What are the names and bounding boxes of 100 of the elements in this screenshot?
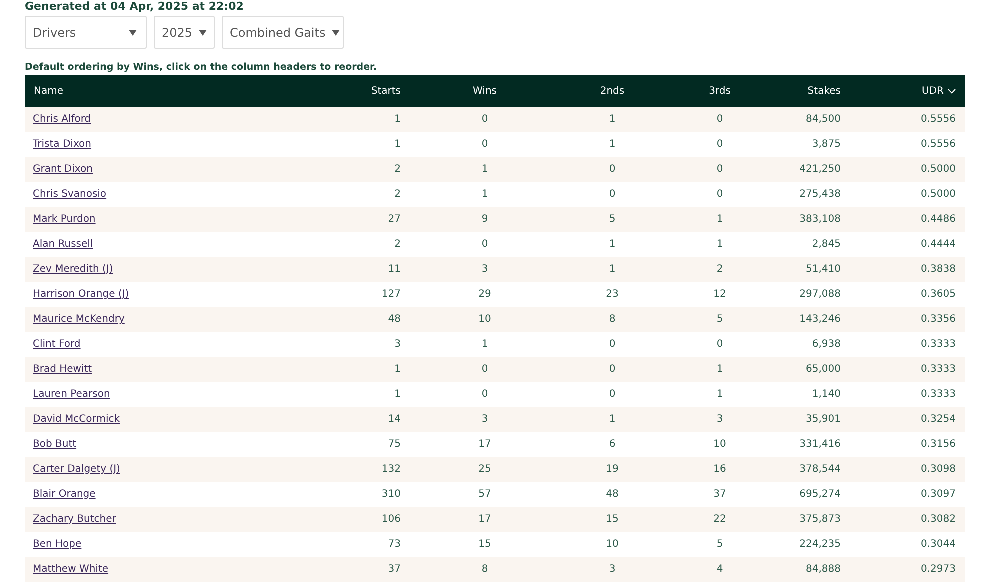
table-cell-text: 1	[394, 389, 402, 400]
table-cell-text: 5	[716, 539, 724, 550]
driver-link[interactable]: Bob Butt	[25, 439, 77, 450]
filter-dropdown[interactable]: Combined Gaits	[222, 16, 344, 49]
table-cell-text: 1	[480, 189, 490, 200]
table-cell-text: 0	[608, 339, 617, 350]
table-cell-text: 22	[712, 514, 728, 525]
driver-link[interactable]: Blair Orange	[25, 489, 96, 500]
table-cell-text: 6,938	[811, 339, 842, 350]
table-cell-text: 8	[608, 314, 617, 325]
column-header[interactable]: Name	[25, 86, 325, 96]
table-cell-text: 0.5000	[920, 189, 957, 200]
table-cell-text: 10	[712, 439, 728, 450]
table-cell-text: 19	[605, 464, 620, 475]
driver-link[interactable]: Zachary Butcher	[25, 514, 116, 525]
table-cell-text: 0.3044	[920, 539, 957, 550]
table-cell-text: 29	[478, 289, 492, 300]
column-header[interactable]: 2nds	[560, 86, 665, 96]
column-header[interactable]: Wins	[410, 86, 560, 96]
table-cell-text: 0.3333	[920, 339, 957, 350]
table-cell-text: 0	[608, 364, 617, 375]
driver-link[interactable]: David McCormick	[25, 414, 120, 425]
column-header[interactable]: Stakes	[775, 86, 850, 96]
table-cell-text: 0.3356	[920, 314, 957, 325]
table-cell-text: 57	[478, 489, 492, 500]
table-cell-text: 6	[608, 439, 617, 450]
driver-link[interactable]: Chris Svanosio	[25, 189, 107, 200]
driver-link[interactable]: Ben Hope	[25, 539, 82, 550]
driver-link[interactable]: Carter Dalgety (J)	[25, 464, 120, 475]
table-cell-text: 48	[387, 314, 402, 325]
table-cell-text: 10	[605, 539, 620, 550]
table-cell-text: 51,410	[805, 264, 842, 275]
driver-link[interactable]: Mark Purdon	[25, 214, 96, 225]
table-cell-text: 1	[394, 114, 402, 125]
ordering-note: Default ordering by Wins, click on the column headers to reorder.	[25, 62, 378, 73]
driver-link[interactable]: Chris Alford	[25, 114, 92, 125]
table-cell-text: 9	[480, 214, 490, 225]
table-cell-text: 3	[608, 564, 617, 575]
table-cell-text: 297,088	[798, 289, 842, 300]
table-cell-text: 73	[387, 539, 402, 550]
driver-link[interactable]: Maurice McKendry	[25, 314, 125, 325]
table-cell-text: 25	[478, 464, 492, 475]
driver-link[interactable]: Brad Hewitt	[25, 364, 92, 375]
table-cell-text: 375,873	[798, 514, 842, 525]
table-cell-text: 0.3156	[920, 439, 957, 450]
table-cell-text: 1	[716, 239, 724, 250]
table-cell-text: 0	[608, 389, 617, 400]
table-cell-text: 35,901	[805, 414, 842, 425]
table-cell-text: 310	[380, 489, 402, 500]
table-cell-text: 84,888	[805, 564, 842, 575]
table-cell-text: 0.3254	[920, 414, 957, 425]
table-cell-text: 17	[478, 439, 492, 450]
driver-link[interactable]: Harrison Orange (J)	[25, 289, 130, 300]
driver-link[interactable]: Trista Dixon	[25, 139, 92, 150]
table-cell-text: 1	[716, 214, 724, 225]
table-cell-text: 1	[608, 414, 617, 425]
driver-link[interactable]: Matthew White	[25, 564, 109, 575]
table-cell-text: 0	[480, 364, 490, 375]
table-cell-text: 1	[480, 339, 490, 350]
filter-dropdown[interactable]: Drivers	[25, 16, 147, 49]
table-cell-text: 27	[387, 214, 402, 225]
table-cell-text: 37	[387, 564, 402, 575]
column-header[interactable]: UDR	[850, 86, 965, 96]
table-cell-text: 224,235	[798, 539, 842, 550]
table-cell-text: 48	[605, 489, 620, 500]
table-cell-text: 65,000	[805, 364, 842, 375]
table-cell-text: 275,438	[798, 189, 842, 200]
table-cell-text: 3	[716, 414, 724, 425]
table-cell-text: 143,246	[798, 314, 842, 325]
table-cell-text: 0	[716, 189, 724, 200]
table-cell-text: 37	[712, 489, 728, 500]
table-cell-text: 0	[480, 114, 490, 125]
table-cell-text: 331,416	[798, 439, 842, 450]
table-cell-text: 10	[478, 314, 492, 325]
table-cell-text: 0.3333	[920, 364, 957, 375]
table-cell-text: 383,108	[798, 214, 842, 225]
table-cell-text: 84,500	[805, 114, 842, 125]
table-cell-text: 106	[380, 514, 402, 525]
table-cell-text: 0.3097	[920, 489, 957, 500]
table-cell-text: 3,875	[811, 139, 842, 150]
table-cell-text: 23	[605, 289, 620, 300]
table-cell-text: 1	[716, 389, 724, 400]
driver-link[interactable]: Lauren Pearson	[25, 389, 110, 400]
table-cell-text: 1	[608, 139, 617, 150]
column-header[interactable]: 3rds	[665, 86, 775, 96]
filter-dropdown[interactable]: 2025	[154, 16, 215, 49]
table-cell-text: 4	[716, 564, 724, 575]
driver-link[interactable]: Clint Ford	[25, 339, 81, 350]
table-cell-text: 127	[380, 289, 402, 300]
table-cell-text: 0	[480, 139, 490, 150]
table-cell-text: 0	[480, 239, 490, 250]
driver-link[interactable]: Zev Meredith (J)	[25, 264, 114, 275]
table-cell-text: 2	[716, 264, 724, 275]
table-cell-text: 0	[716, 339, 724, 350]
driver-link[interactable]: Alan Russell	[25, 239, 94, 250]
column-header[interactable]: Starts	[325, 86, 410, 96]
table-cell-text: 1	[608, 239, 617, 250]
table-cell-text: 1	[480, 164, 490, 175]
table-cell-text: 1	[394, 364, 402, 375]
driver-link[interactable]: Grant Dixon	[25, 164, 93, 175]
